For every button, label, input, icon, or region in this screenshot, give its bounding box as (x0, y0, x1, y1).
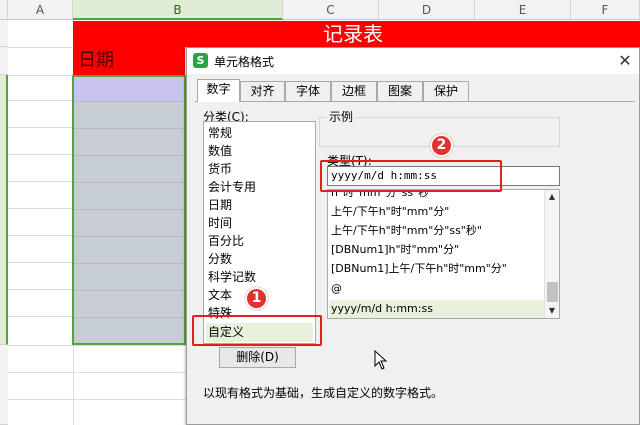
format-item[interactable]: @ (331, 280, 342, 298)
tab-font[interactable]: 字体 (285, 81, 331, 101)
format-item[interactable]: [DBNum1]h"时"mm"分" (331, 241, 459, 259)
column-header-f[interactable]: F (571, 0, 640, 20)
sheet-title-cell[interactable]: 记录表 (73, 21, 640, 47)
select-all-corner[interactable] (0, 0, 8, 20)
category-item-scientific[interactable]: 科学记数 (208, 268, 256, 286)
format-type-list[interactable]: h"时"mm"分"ss"秒" 上午/下午h"时"mm"分" 上午/下午h"时"m… (327, 189, 560, 319)
category-item-text[interactable]: 文本 (208, 286, 232, 304)
close-button[interactable]: ✕ (615, 51, 635, 71)
column-header-d[interactable]: D (379, 0, 475, 20)
row-header[interactable] (0, 345, 8, 425)
scroll-up-icon[interactable]: ▲ (545, 190, 559, 204)
category-item-number[interactable]: 数值 (208, 142, 232, 160)
highlight-box-custom (192, 315, 322, 346)
row-header-selected[interactable] (0, 75, 8, 345)
format-cells-dialog: S 单元格格式 ✕ 数字 对齐 字体 边框 图案 保护 分类(C): 常规 数值… (186, 47, 640, 425)
column-header-b[interactable]: B (73, 0, 283, 20)
sheet-title: 记录表 (323, 22, 383, 46)
active-cell[interactable] (74, 77, 184, 101)
category-item-accounting[interactable]: 会计专用 (208, 178, 256, 196)
column-header-c[interactable]: C (283, 0, 379, 20)
category-item-currency[interactable]: 货币 (208, 160, 232, 178)
category-item-time[interactable]: 时间 (208, 214, 232, 232)
format-item[interactable]: [DBNum1]上午/下午h"时"mm"分" (331, 260, 507, 278)
tab-border[interactable]: 边框 (331, 81, 377, 101)
scroll-down-icon[interactable]: ▼ (545, 304, 559, 318)
format-item[interactable]: 上午/下午h"时"mm"分"ss"秒" (331, 222, 482, 240)
dialog-title: 单元格格式 (214, 55, 275, 69)
tab-protection[interactable]: 保护 (423, 81, 469, 101)
mouse-pointer-icon (374, 350, 388, 370)
category-item-date[interactable]: 日期 (208, 196, 232, 214)
column-header-a[interactable]: A (8, 0, 73, 20)
category-list[interactable]: 常规 数值 货币 会计专用 日期 时间 百分比 分数 科学记数 文本 特殊 自定… (203, 121, 316, 344)
scroll-thumb[interactable] (547, 282, 558, 302)
tab-number[interactable]: 数字 (197, 79, 240, 102)
date-header-cell[interactable]: 日期 (73, 47, 185, 75)
highlight-box-type (320, 160, 502, 192)
category-item-general[interactable]: 常规 (208, 124, 232, 142)
category-item-fraction[interactable]: 分数 (208, 250, 232, 268)
delete-button[interactable]: 删除(D) (219, 347, 296, 368)
format-item[interactable]: 上午/下午h"时"mm"分" (331, 203, 449, 221)
format-description: 以现有格式为基础，生成自定义的数字格式。 (203, 386, 444, 400)
dialog-titlebar[interactable]: S 单元格格式 ✕ (187, 48, 639, 74)
preview-label: 示例 (327, 108, 356, 125)
tab-pattern[interactable]: 图案 (377, 81, 423, 101)
row-header[interactable] (0, 20, 8, 47)
selected-cell-range[interactable] (72, 75, 186, 345)
format-list-scrollbar[interactable]: ▲ ▼ (544, 190, 559, 318)
category-item-percentage[interactable]: 百分比 (208, 232, 244, 250)
annotation-marker-2: 2 (430, 134, 453, 157)
row-header[interactable] (0, 47, 8, 75)
column-header-e[interactable]: E (475, 0, 571, 20)
format-item-selected[interactable]: yyyy/m/d h:mm:ss (331, 300, 433, 318)
annotation-marker-1: 1 (245, 287, 268, 310)
app-logo-icon: S (193, 53, 208, 68)
tab-alignment[interactable]: 对齐 (240, 81, 285, 101)
